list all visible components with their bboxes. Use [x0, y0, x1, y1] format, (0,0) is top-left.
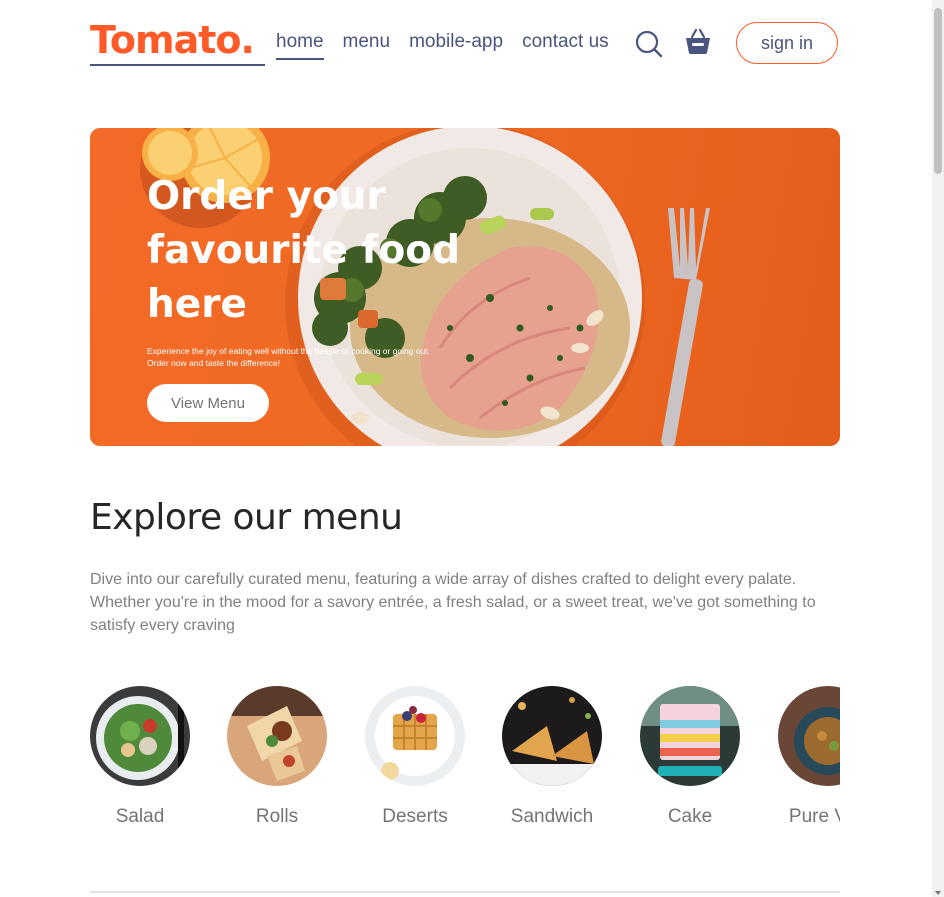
menu-item-pure-veg[interactable]: Pure Veg [778, 686, 840, 827]
view-menu-button[interactable]: View Menu [147, 384, 269, 422]
scroll-down-arrow-icon[interactable] [935, 891, 941, 895]
nav-link-contact-us[interactable]: contact us [522, 30, 609, 60]
hero-title: Order your favourite food here [147, 174, 461, 327]
deserts-image [365, 686, 465, 786]
page-scrollbar[interactable] [932, 0, 944, 897]
menu-item-label: Rolls [255, 806, 299, 827]
pure-veg-image [778, 686, 840, 786]
nav-link-mobile-app[interactable]: mobile-app [409, 30, 503, 60]
rolls-image [227, 686, 327, 786]
menu-item-label: Cake [667, 806, 713, 827]
logo[interactable]: Tomato. [90, 18, 255, 62]
menu-item-rolls[interactable]: Rolls [227, 686, 327, 827]
scrollbar-thumb[interactable] [934, 8, 942, 174]
menu-item-sandwich[interactable]: Sandwich [502, 686, 602, 827]
hero-description-line2: Order now and taste the difference! [147, 358, 281, 368]
menu-item-deserts[interactable]: Deserts [365, 686, 465, 827]
sign-in-button[interactable]: sign in [736, 22, 838, 64]
menu-item-label: Deserts [382, 806, 448, 827]
explore-menu-title: Explore our menu [90, 497, 403, 538]
menu-item-salad[interactable]: Salad [90, 686, 190, 827]
navbar: Tomato. home menu mobile-app contact us … [90, 18, 840, 72]
sandwich-image [502, 686, 602, 786]
hero-description-line1: Experience the joy of eating well withou… [147, 346, 431, 356]
menu-item-label: Pure Veg [788, 806, 840, 827]
menu-item-cake[interactable]: Cake [640, 686, 740, 827]
menu-category-list: Salad Rolls Deserts Sandwich Cake Pure [90, 686, 840, 836]
nav-link-menu[interactable]: menu [343, 30, 391, 60]
menu-item-label: Salad [115, 806, 165, 827]
hero-banner: Order your favourite food here Experienc… [90, 128, 840, 446]
logo-underline [90, 64, 265, 66]
cake-image [640, 686, 740, 786]
menu-item-label: Sandwich [510, 806, 594, 827]
hero-description: Experience the joy of eating well withou… [147, 345, 487, 369]
nav-links: home menu mobile-app contact us [276, 30, 609, 60]
explore-menu-text: Dive into our carefully curated menu, fe… [90, 571, 816, 634]
section-divider [90, 891, 840, 893]
salad-image [90, 686, 190, 786]
basket-icon[interactable] [684, 28, 712, 56]
search-icon[interactable] [635, 30, 663, 58]
nav-link-home[interactable]: home [276, 30, 324, 60]
